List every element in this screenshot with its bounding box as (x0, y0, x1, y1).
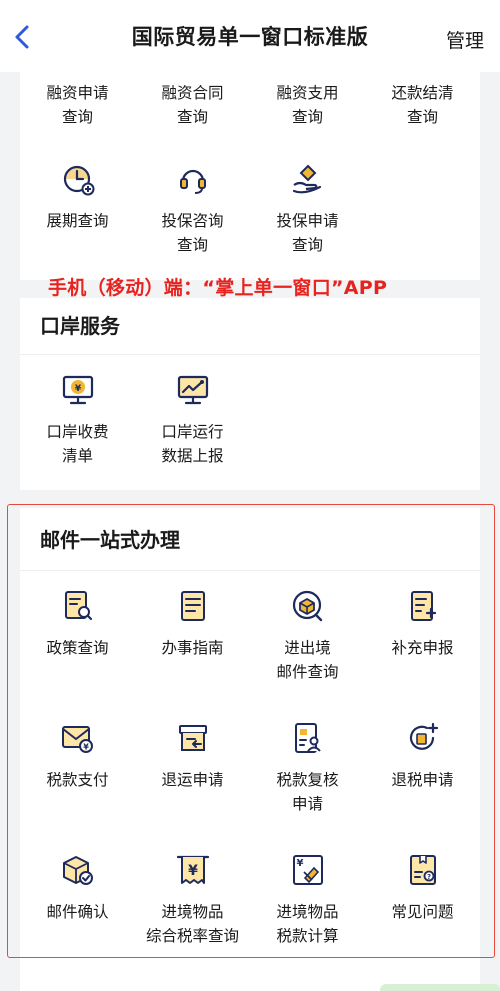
faq-box-icon: ? (409, 855, 436, 885)
divider (20, 570, 480, 571)
item-label: 政策查询 (46, 639, 109, 657)
grid-item-supplementary-declaration[interactable]: 补充申报 (365, 588, 480, 660)
svg-text:?: ? (426, 873, 430, 881)
headset-icon (179, 169, 206, 194)
grid-item-port-fees[interactable]: ¥ 口岸收费 清单 (20, 372, 135, 468)
grid-item-insurance-apply[interactable]: 投保申请 查询 (250, 161, 365, 257)
item-label: 退税申请 (391, 771, 454, 789)
grid-item-financing-application[interactable]: 融资申请 查询 (20, 81, 135, 129)
grid-item-port-data-report[interactable]: 口岸运行 数据上报 (135, 372, 250, 468)
yuan-monitor-icon: ¥ (62, 375, 93, 405)
item-label: 进境物品 综合税率查询 (145, 903, 239, 945)
svg-text:¥: ¥ (296, 858, 303, 869)
mail-one-stop-section: 邮件一站式办理 政策查询 办事指南 进出境 邮件查询 补充申报 ¥ 税款支付 退… (20, 508, 480, 968)
item-label: 税款支付 (46, 771, 109, 789)
nav-bar: 国际贸易单一窗口标准版 管理 (0, 0, 500, 72)
grid-item-policy-query[interactable]: 政策查询 (20, 588, 135, 660)
grid-item-mail-confirm[interactable]: 邮件确认 (20, 852, 135, 924)
item-label: 融资申请 查询 (46, 84, 109, 126)
hand-diamond-icon (292, 164, 321, 194)
section-title: 口岸服务 (40, 314, 120, 338)
item-label: 融资支用 查询 (276, 84, 339, 126)
grid-item-financing-contract[interactable]: 融资合同 查询 (135, 81, 250, 129)
document-add-icon (410, 591, 436, 621)
item-label: 进境物品 税款计算 (276, 903, 339, 945)
receipt-yuan-icon: ¥ (176, 855, 209, 884)
item-label: 口岸收费 清单 (46, 423, 109, 465)
grid-item-faq[interactable]: ? 常见问题 (365, 852, 480, 924)
grid-item-tax-payment[interactable]: ¥ 税款支付 (20, 720, 135, 792)
grid-item-tax-rate-query[interactable]: ¥ 进境物品 综合税率查询 (135, 852, 250, 948)
manage-button[interactable]: 管理 (446, 26, 484, 53)
grid-item-tax-review[interactable]: 税款复核 申请 (250, 720, 365, 816)
bottom-decoration (380, 984, 500, 991)
item-label: 投保咨询 查询 (161, 212, 224, 254)
grid-item-tax-calculation[interactable]: ¥ 进境物品 税款计算 (250, 852, 365, 948)
item-label: 补充申报 (391, 639, 454, 657)
svg-text:¥: ¥ (74, 384, 81, 394)
grid-item-extension-query[interactable]: 展期查询 (20, 161, 135, 233)
grid-item-financing-drawdown[interactable]: 融资支用 查询 (250, 81, 365, 129)
grid-item-insurance-consult[interactable]: 投保咨询 查询 (135, 161, 250, 257)
finance-section: 融资申请 查询 融资合同 查询 融资支用 查询 还款结清 查询 展期查询 投保咨… (20, 72, 480, 280)
yuan-calculator-icon: ¥ (292, 855, 323, 885)
section-title: 邮件一站式办理 (40, 528, 180, 552)
page-title: 国际贸易单一窗口标准版 (131, 25, 369, 49)
item-label: 还款结清 查询 (391, 84, 454, 126)
document-search-icon (64, 591, 92, 621)
envelope-yuan-icon: ¥ (61, 726, 93, 753)
guide-document-icon (180, 591, 205, 621)
grid-item-tax-refund[interactable]: 退税申请 (365, 720, 480, 792)
return-box-icon (178, 725, 207, 751)
grid-item-service-guide[interactable]: 办事指南 (135, 588, 250, 660)
divider (20, 354, 480, 355)
package-search-icon (292, 590, 322, 622)
item-label: 常见问题 (391, 903, 454, 921)
tax-refund-icon (409, 722, 438, 750)
grid-item-repayment[interactable]: 还款结清 查询 (365, 81, 480, 129)
svg-text:¥: ¥ (188, 863, 198, 879)
grid-item-return-shipping[interactable]: 退运申请 (135, 720, 250, 792)
item-label: 口岸运行 数据上报 (161, 423, 224, 465)
item-label: 退运申请 (161, 771, 224, 789)
item-label: 投保申请 查询 (276, 212, 339, 254)
port-service-section: 口岸服务 ¥ 口岸收费 清单 口岸运行 数据上报 (20, 298, 480, 490)
document-user-icon (294, 723, 321, 753)
clock-plus-icon (63, 165, 94, 196)
item-label: 邮件确认 (46, 903, 109, 921)
package-check-icon (62, 856, 93, 885)
red-annotation-text: 手机（移动）端：“掌上单一窗口”APP (48, 277, 388, 299)
trend-monitor-icon (177, 375, 208, 405)
item-label: 税款复核 申请 (276, 771, 339, 813)
svg-text:¥: ¥ (83, 743, 89, 752)
item-label: 进出境 邮件查询 (276, 639, 339, 681)
back-arrow-icon[interactable] (12, 24, 34, 50)
item-label: 展期查询 (46, 212, 109, 230)
item-label: 办事指南 (161, 639, 224, 657)
grid-item-mail-query[interactable]: 进出境 邮件查询 (250, 588, 365, 684)
item-label: 融资合同 查询 (161, 84, 224, 126)
